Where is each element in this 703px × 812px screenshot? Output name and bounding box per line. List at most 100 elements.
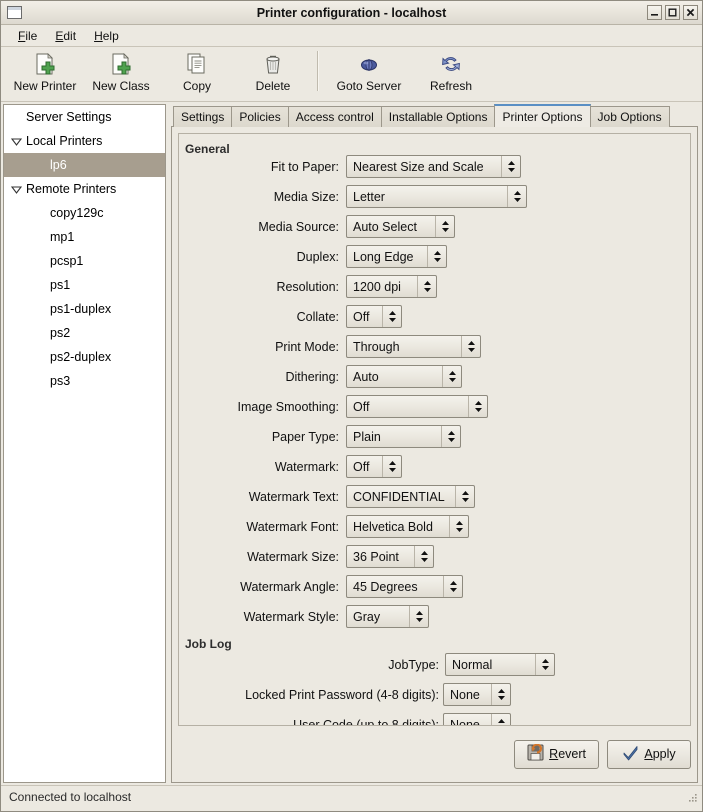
tree-item-pcsp1[interactable]: pcsp1 bbox=[4, 249, 165, 273]
spinner-arrows-icon[interactable] bbox=[507, 186, 526, 207]
label-dithering: Dithering: bbox=[285, 370, 340, 384]
tree-item-lp6[interactable]: lp6 bbox=[4, 153, 165, 177]
section-title-general: General bbox=[185, 142, 230, 156]
spinner-arrows-icon[interactable] bbox=[417, 276, 436, 297]
tree-item-label: Server Settings bbox=[26, 110, 112, 124]
spinner-arrows-icon[interactable] bbox=[414, 546, 433, 567]
tree-item-label: ps2 bbox=[50, 326, 71, 340]
spinner-arrows-icon[interactable] bbox=[461, 336, 480, 357]
toolbar-label: Delete bbox=[255, 79, 291, 93]
toolbar-new-printer[interactable]: New Printer bbox=[7, 47, 83, 93]
combo-user-code[interactable]: None bbox=[443, 713, 511, 725]
tree-item-label: ps3 bbox=[50, 374, 71, 388]
revert-button[interactable]: Revert bbox=[514, 739, 599, 769]
tree-item-local-printers[interactable]: Local Printers bbox=[4, 129, 165, 153]
tree-item-ps3[interactable]: ps3 bbox=[4, 369, 165, 393]
spinner-arrows-icon[interactable] bbox=[435, 216, 454, 237]
tab-policies[interactable]: Policies bbox=[231, 106, 289, 127]
toolbar-separator bbox=[317, 51, 319, 91]
printer-configuration-window: Printer configuration - localhost FFilei… bbox=[0, 0, 703, 812]
menu-file[interactable]: FFileile bbox=[9, 27, 46, 45]
tab-job-options[interactable]: Job Options bbox=[589, 106, 670, 127]
tree-item-remote-printers[interactable]: Remote Printers bbox=[4, 177, 165, 201]
combo-watermark[interactable]: Off bbox=[346, 455, 402, 478]
delete-trash-icon bbox=[261, 51, 285, 77]
menu-bar: FFileile Edit Help bbox=[1, 25, 702, 47]
combo-fit-to-paper[interactable]: Nearest Size and Scale bbox=[346, 155, 521, 178]
tree-item-label: lp6 bbox=[50, 158, 67, 172]
spinner-arrows-icon[interactable] bbox=[535, 654, 554, 675]
combo-media-size[interactable]: Letter bbox=[346, 185, 527, 208]
combo-locked-print-password[interactable]: None bbox=[443, 683, 511, 706]
tree-item-ps2-duplex[interactable]: ps2-duplex bbox=[4, 345, 165, 369]
label-print-mode: Print Mode: bbox=[275, 340, 339, 354]
spinner-arrows-icon[interactable] bbox=[501, 156, 520, 177]
toolbar-copy[interactable]: Copy bbox=[159, 47, 235, 93]
combo-paper-type[interactable]: Plain bbox=[346, 425, 461, 448]
spinner-arrows-icon[interactable] bbox=[491, 684, 510, 705]
chevron-down-icon[interactable] bbox=[8, 137, 24, 146]
label-duplex: Duplex: bbox=[296, 250, 339, 264]
spinner-arrows-icon[interactable] bbox=[409, 606, 428, 627]
combo-value: 36 Point bbox=[353, 549, 399, 564]
spinner-arrows-icon[interactable] bbox=[382, 306, 401, 327]
combo-watermark-text[interactable]: CONFIDENTIAL bbox=[346, 485, 475, 508]
menu-help[interactable]: Help bbox=[85, 27, 128, 45]
main-body: Server Settings Local Printers lp6 Remot… bbox=[1, 102, 702, 785]
close-button[interactable] bbox=[683, 5, 698, 20]
combo-collate[interactable]: Off bbox=[346, 305, 402, 328]
combo-dithering[interactable]: Auto bbox=[346, 365, 462, 388]
menu-edit[interactable]: Edit bbox=[46, 27, 85, 45]
title-bar[interactable]: Printer configuration - localhost bbox=[1, 1, 702, 25]
apply-button[interactable]: Apply bbox=[607, 739, 691, 769]
tree-item-mp1[interactable]: mp1 bbox=[4, 225, 165, 249]
spinner-arrows-icon[interactable] bbox=[382, 456, 401, 477]
combo-watermark-style[interactable]: Gray bbox=[346, 605, 429, 628]
combo-duplex[interactable]: Long Edge bbox=[346, 245, 447, 268]
combo-jobtype[interactable]: Normal bbox=[445, 653, 555, 676]
tree-item-copy129c[interactable]: copy129c bbox=[4, 201, 165, 225]
toolbar-goto-server[interactable]: Goto Server bbox=[325, 47, 413, 93]
spinner-arrows-icon[interactable] bbox=[441, 426, 460, 447]
tree-item-ps1-duplex[interactable]: ps1-duplex bbox=[4, 297, 165, 321]
toolbar-delete[interactable]: Delete bbox=[235, 47, 311, 93]
tab-printer-options[interactable]: Printer Options bbox=[494, 104, 591, 127]
combo-value: Off bbox=[353, 309, 370, 324]
minimize-button[interactable] bbox=[647, 5, 662, 20]
spinner-arrows-icon[interactable] bbox=[427, 246, 446, 267]
toolbar-label: Refresh bbox=[429, 79, 473, 93]
toolbar-label: Goto Server bbox=[336, 79, 402, 93]
tree-item-server-settings[interactable]: Server Settings bbox=[4, 105, 165, 129]
combo-watermark-font[interactable]: Helvetica Bold bbox=[346, 515, 469, 538]
chevron-down-icon[interactable] bbox=[8, 185, 24, 194]
maximize-button[interactable] bbox=[665, 5, 680, 20]
spinner-arrows-icon[interactable] bbox=[443, 576, 462, 597]
combo-watermark-angle[interactable]: 45 Degrees bbox=[346, 575, 463, 598]
tab-access-control[interactable]: Access control bbox=[287, 106, 382, 127]
combo-media-source[interactable]: Auto Select bbox=[346, 215, 455, 238]
printer-tree[interactable]: Server Settings Local Printers lp6 Remot… bbox=[3, 104, 166, 783]
tree-item-label: pcsp1 bbox=[50, 254, 84, 268]
printer-detail-pane: Settings Policies Access control Install… bbox=[166, 102, 702, 785]
tab-label: Settings bbox=[181, 110, 225, 124]
spinner-arrows-icon[interactable] bbox=[442, 366, 461, 387]
combo-image-smoothing[interactable]: Off bbox=[346, 395, 488, 418]
combo-print-mode[interactable]: Through bbox=[346, 335, 481, 358]
spinner-arrows-icon[interactable] bbox=[449, 516, 468, 537]
spinner-arrows-icon[interactable] bbox=[468, 396, 487, 417]
tree-item-ps1[interactable]: ps1 bbox=[4, 273, 165, 297]
tab-installable-options[interactable]: Installable Options bbox=[380, 106, 496, 127]
combo-watermark-size[interactable]: 36 Point bbox=[346, 545, 434, 568]
resize-grip[interactable] bbox=[685, 792, 699, 806]
spinner-arrows-icon[interactable] bbox=[491, 714, 510, 725]
toolbar-refresh[interactable]: Refresh bbox=[413, 47, 489, 93]
tree-item-label: ps1-duplex bbox=[50, 302, 112, 316]
revert-label: Revert bbox=[549, 747, 586, 761]
options-scroll-area: General Fit to Paper: Nearest Size and S… bbox=[178, 133, 691, 726]
tab-settings[interactable]: Settings bbox=[173, 106, 233, 127]
combo-value: Off bbox=[353, 459, 370, 474]
tree-item-ps2[interactable]: ps2 bbox=[4, 321, 165, 345]
spinner-arrows-icon[interactable] bbox=[455, 486, 474, 507]
combo-resolution[interactable]: 1200 dpi bbox=[346, 275, 437, 298]
toolbar-new-class[interactable]: New Class bbox=[83, 47, 159, 93]
